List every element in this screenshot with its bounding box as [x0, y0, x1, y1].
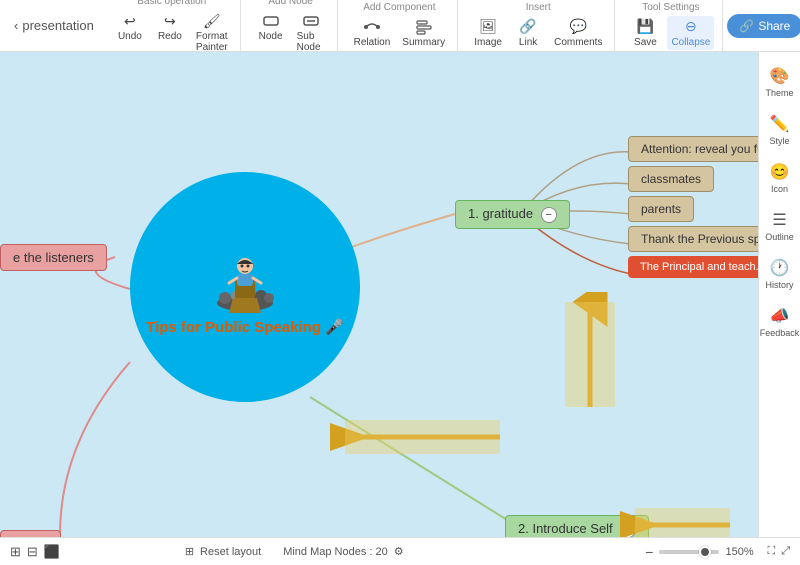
toolbar: ‹ presentation Basic operation ↩ Undo ↪ … [0, 0, 800, 52]
share-icon: 🔗 [739, 19, 754, 33]
gratitude-expand-icon[interactable]: − [541, 207, 557, 223]
sidebar-theme-button[interactable]: 🎨 Theme [759, 60, 800, 104]
connection-lines [0, 52, 758, 537]
style-icon: ✏️ [770, 114, 790, 134]
nodes-count-label: Mind Map Nodes : 20 [283, 546, 388, 558]
summary-button[interactable]: Summary [398, 16, 449, 50]
image-button[interactable]: 🖼 Image [470, 16, 506, 50]
reset-layout-icon: ⊞ [185, 545, 194, 558]
attention-node[interactable]: The Principal and teach... [628, 256, 758, 278]
link-icon: 🔗 [518, 18, 538, 36]
basic-operation-btns: ↩ Undo ↪ Redo 🖌 Format Painter [112, 10, 232, 55]
redo-button[interactable]: ↪ Redo [152, 10, 188, 55]
insert-group: Insert 🖼 Image 🔗 Link 💬 Comments [462, 0, 615, 51]
status-bar: ⊞ ⊟ ⬛ ⊞ Reset layout Mind Map Nodes : 20… [0, 537, 800, 565]
basic-operation-group: Basic operation ↩ Undo ↪ Redo 🖌 Format P… [104, 0, 241, 51]
right-sidebar: 🎨 Theme ✏️ Style 😊 Icon ☰ Outline 🕐 Hist… [758, 52, 800, 537]
status-center: ⊞ Reset layout Mind Map Nodes : 20 ⚙ [185, 545, 404, 558]
zoom-percent: 150% [725, 546, 761, 558]
zoom-slider[interactable] [659, 550, 719, 554]
back-icon: ‹ [14, 18, 18, 33]
fullscreen-expand-icon[interactable]: ⤢ [781, 545, 790, 558]
sidebar-feedback-button[interactable]: 📣 Feedback [759, 300, 800, 344]
listeners-node[interactable]: e the listeners [0, 244, 107, 271]
sidebar-outline-button[interactable]: ☰ Outline [759, 204, 800, 248]
status-right: − 150% ⛶ ⤢ [645, 544, 790, 560]
share-button[interactable]: 🔗 Share [727, 14, 800, 38]
tool-settings-label: Tool Settings [642, 2, 699, 13]
sidebar-history-button[interactable]: 🕐 History [759, 252, 800, 296]
collapse-icon: ⊖ [681, 18, 701, 36]
introduce-expand-icon[interactable]: + [620, 522, 636, 537]
introduce-self-node[interactable]: 2. Introduce Self + [505, 515, 649, 537]
link-button[interactable]: 🔗 Link [510, 16, 546, 50]
zoom-out-icon[interactable]: − [645, 544, 653, 560]
theme-icon: 🎨 [770, 66, 790, 86]
add-node-label: Add Node [268, 0, 312, 7]
save-icon: 💾 [635, 18, 655, 36]
principal-node[interactable]: classmates [628, 166, 714, 192]
history-icon: 🕐 [770, 258, 790, 278]
feedback-icon: 📣 [770, 306, 790, 326]
node-icon [261, 12, 281, 30]
arrow-up-gratitude [560, 292, 620, 412]
mind-map-canvas[interactable]: Tips for Public Speaking 🎤 e the listene… [0, 52, 758, 537]
image-icon: 🖼 [478, 18, 498, 36]
motivation-node[interactable]: vation [0, 530, 61, 537]
tool-settings-btns: 💾 Save ⊖ Collapse [627, 16, 714, 50]
add-node-group: Add Node Node Sub Node [245, 0, 338, 51]
format-painter-icon: 🖌 [202, 12, 222, 30]
icon-icon: 😊 [770, 162, 790, 182]
gratitude-node[interactable]: 1. gratitude − [455, 200, 570, 229]
sub-node-button[interactable]: Sub Node [293, 10, 329, 55]
node-button[interactable]: Node [253, 10, 289, 55]
sub-node-icon [301, 12, 321, 30]
add-component-group: Add Component Relation Summary [342, 0, 459, 51]
status-left: ⊞ ⊟ ⬛ [10, 544, 60, 560]
list-view-icon[interactable]: ⊟ [27, 544, 38, 560]
grid-view-icon[interactable]: ⊞ [10, 544, 21, 560]
add-node-btns: Node Sub Node [253, 10, 329, 55]
outline-icon: ☰ [772, 210, 786, 230]
insert-btns: 🖼 Image 🔗 Link 💬 Comments [470, 16, 606, 50]
format-painter-button[interactable]: 🖌 Format Painter [192, 10, 232, 55]
thank-prev-node[interactable]: Attention: reveal you fu... [628, 136, 758, 162]
center-label: Tips for Public Speaking 🎤 [136, 318, 354, 336]
sidebar-icon-button[interactable]: 😊 Icon [759, 156, 800, 200]
classmates-node[interactable]: Thank the Previous spe... [628, 226, 758, 252]
back-button[interactable]: ‹ presentation [8, 14, 100, 37]
toolbar-right: 🔗 Share 📤 Export [727, 14, 800, 38]
save-button[interactable]: 💾 Save [627, 16, 663, 50]
comments-icon: 💬 [568, 18, 588, 36]
add-component-btns: Relation Summary [350, 16, 450, 50]
app-title: presentation [22, 18, 94, 33]
center-node[interactable]: Tips for Public Speaking 🎤 [130, 172, 360, 402]
fit-screen-icon[interactable]: ⛶ [767, 545, 775, 558]
sidebar-style-button[interactable]: ✏️ Style [759, 108, 800, 152]
comments-button[interactable]: 💬 Comments [550, 16, 606, 50]
reset-layout-label[interactable]: Reset layout [200, 546, 261, 558]
relation-button[interactable]: Relation [350, 16, 395, 50]
arrow-left-center [330, 417, 510, 457]
insert-label: Insert [526, 2, 551, 13]
summary-icon [414, 18, 434, 36]
basic-operation-label: Basic operation [137, 0, 206, 7]
tool-settings-group: Tool Settings 💾 Save ⊖ Collapse [619, 0, 723, 51]
fullscreen-icon[interactable]: ⬛ [44, 544, 60, 560]
collapse-button[interactable]: ⊖ Collapse [667, 16, 714, 50]
undo-button[interactable]: ↩ Undo [112, 10, 148, 55]
relation-icon [362, 18, 382, 36]
settings-icon[interactable]: ⚙ [394, 545, 404, 558]
add-component-label: Add Component [363, 2, 435, 13]
undo-icon: ↩ [120, 12, 140, 30]
parents-node[interactable]: parents [628, 196, 694, 222]
redo-icon: ↪ [160, 12, 180, 30]
speaker-icon [205, 238, 285, 318]
